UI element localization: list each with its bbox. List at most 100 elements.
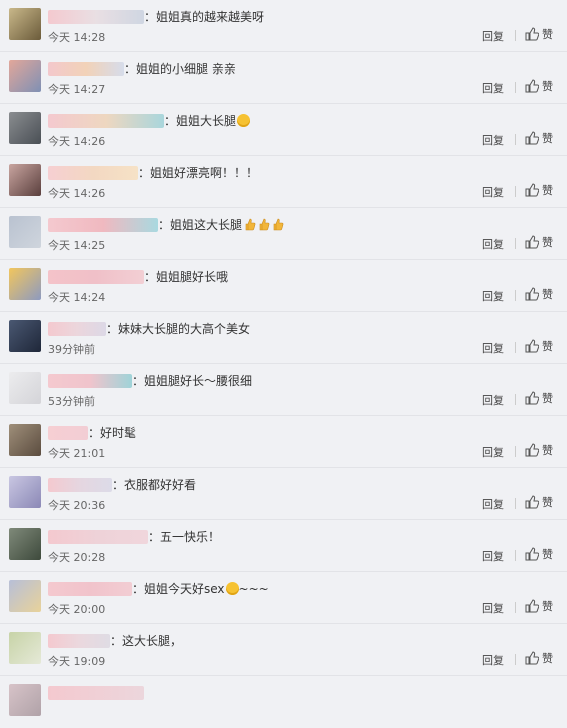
reply-button[interactable]: 回复 <box>482 28 504 44</box>
avatar[interactable] <box>9 60 41 92</box>
like-button[interactable]: 赞 <box>525 651 553 667</box>
like-button[interactable]: 赞 <box>525 339 553 355</box>
username-blurred[interactable] <box>48 10 144 24</box>
avatar[interactable] <box>9 528 41 560</box>
comment-item-partial <box>0 676 567 728</box>
reply-button[interactable]: 回复 <box>482 132 504 148</box>
avatar[interactable] <box>9 580 41 612</box>
comment-time: 今天 20:36 <box>48 499 106 512</box>
thumbs-up-icon <box>525 131 539 145</box>
like-button[interactable]: 赞 <box>525 443 553 459</box>
username-blurred[interactable] <box>48 634 110 648</box>
smirk-emoji-icon <box>225 582 239 595</box>
like-label: 赞 <box>542 392 553 405</box>
avatar[interactable] <box>9 112 41 144</box>
comment-item: ：姐姐好漂亮啊！！！ 今天 14:26 回复 赞 <box>0 156 567 208</box>
username-blurred[interactable] <box>48 270 144 284</box>
reply-button[interactable]: 回复 <box>482 392 504 408</box>
comment-text: ：姐姐大长腿 <box>164 114 237 128</box>
thumbs-up-icon <box>525 339 539 353</box>
divider <box>515 342 516 353</box>
avatar[interactable] <box>9 8 41 40</box>
like-button[interactable]: 赞 <box>525 599 553 615</box>
like-button[interactable]: 赞 <box>525 235 553 251</box>
comment-item: ：这大长腿， 今天 19:09 回复 赞 <box>0 624 567 676</box>
reply-button[interactable]: 回复 <box>482 600 504 616</box>
avatar[interactable] <box>9 684 41 716</box>
like-button[interactable]: 赞 <box>525 495 553 511</box>
reply-button[interactable]: 回复 <box>482 288 504 304</box>
avatar[interactable] <box>9 424 41 456</box>
thumbs-up-icon <box>525 651 539 665</box>
comment-text: ：这大长腿， <box>110 634 183 648</box>
comment-time: 今天 14:26 <box>48 135 106 148</box>
username-blurred[interactable] <box>48 114 164 128</box>
divider <box>515 550 516 561</box>
avatar[interactable] <box>9 268 41 300</box>
like-button[interactable]: 赞 <box>525 391 553 407</box>
avatar[interactable] <box>9 372 41 404</box>
avatar[interactable] <box>9 164 41 196</box>
avatar[interactable] <box>9 216 41 248</box>
divider <box>515 446 516 457</box>
thumbs-up-icon <box>525 287 539 301</box>
divider <box>515 602 516 613</box>
username-blurred[interactable] <box>48 686 144 700</box>
comment-text: ：姐姐今天好sex <box>132 582 225 596</box>
comment-item: ：姐姐大长腿 今天 14:26 回复 赞 <box>0 104 567 156</box>
comment-item: ：姐姐的小细腿 亲亲 今天 14:27 回复 赞 <box>0 52 567 104</box>
reply-button[interactable]: 回复 <box>482 444 504 460</box>
thumbs-up-icon <box>525 547 539 561</box>
reply-button[interactable]: 回复 <box>482 80 504 96</box>
comment-text: ：妹妹大长腿的大高个美女 <box>106 322 251 336</box>
like-button[interactable]: 赞 <box>525 287 553 303</box>
comment-time: 今天 20:28 <box>48 551 106 564</box>
thumbs-up-icon <box>525 599 539 613</box>
like-button[interactable]: 赞 <box>525 79 553 95</box>
reply-button[interactable]: 回复 <box>482 652 504 668</box>
like-label: 赞 <box>542 184 553 197</box>
reply-button[interactable]: 回复 <box>482 548 504 564</box>
comment-text: ：姐姐的小细腿 亲亲 <box>124 62 236 76</box>
avatar[interactable] <box>9 632 41 664</box>
like-label: 赞 <box>542 80 553 93</box>
avatar[interactable] <box>9 320 41 352</box>
like-label: 赞 <box>542 132 553 145</box>
reply-button[interactable]: 回复 <box>482 496 504 512</box>
comment-time: 今天 14:24 <box>48 291 106 304</box>
reply-button[interactable]: 回复 <box>482 184 504 200</box>
like-label: 赞 <box>542 548 553 561</box>
comment-item: ：姐姐真的越来越美呀 今天 14:28 回复 赞 <box>0 0 567 52</box>
comment-item: ：妹妹大长腿的大高个美女 39分钟前 回复 赞 <box>0 312 567 364</box>
comment-time: 今天 14:27 <box>48 83 106 96</box>
comment-time: 今天 20:00 <box>48 603 106 616</box>
thumbs-up-emoji-icon <box>242 218 284 232</box>
divider <box>515 498 516 509</box>
reply-button[interactable]: 回复 <box>482 340 504 356</box>
like-button[interactable]: 赞 <box>525 547 553 563</box>
like-label: 赞 <box>542 236 553 249</box>
avatar[interactable] <box>9 476 41 508</box>
comment-time: 39分钟前 <box>48 343 95 356</box>
username-blurred[interactable] <box>48 218 158 232</box>
comment-item: ：衣服都好好看 今天 20:36 回复 赞 <box>0 468 567 520</box>
reply-button[interactable]: 回复 <box>482 236 504 252</box>
username-blurred[interactable] <box>48 478 112 492</box>
username-blurred[interactable] <box>48 582 132 596</box>
username-blurred[interactable] <box>48 166 138 180</box>
comment-time: 今天 14:26 <box>48 187 106 200</box>
like-button[interactable]: 赞 <box>525 131 553 147</box>
thumbs-up-icon <box>525 495 539 509</box>
like-button[interactable]: 赞 <box>525 27 553 43</box>
username-blurred[interactable] <box>48 374 132 388</box>
thumbs-up-icon <box>525 391 539 405</box>
like-label: 赞 <box>542 444 553 457</box>
like-label: 赞 <box>542 288 553 301</box>
like-button[interactable]: 赞 <box>525 183 553 199</box>
comment-text: ：好时髦 <box>88 426 137 440</box>
username-blurred[interactable] <box>48 322 106 336</box>
username-blurred[interactable] <box>48 62 124 76</box>
username-blurred[interactable] <box>48 530 148 544</box>
like-label: 赞 <box>542 340 553 353</box>
username-blurred[interactable] <box>48 426 88 440</box>
